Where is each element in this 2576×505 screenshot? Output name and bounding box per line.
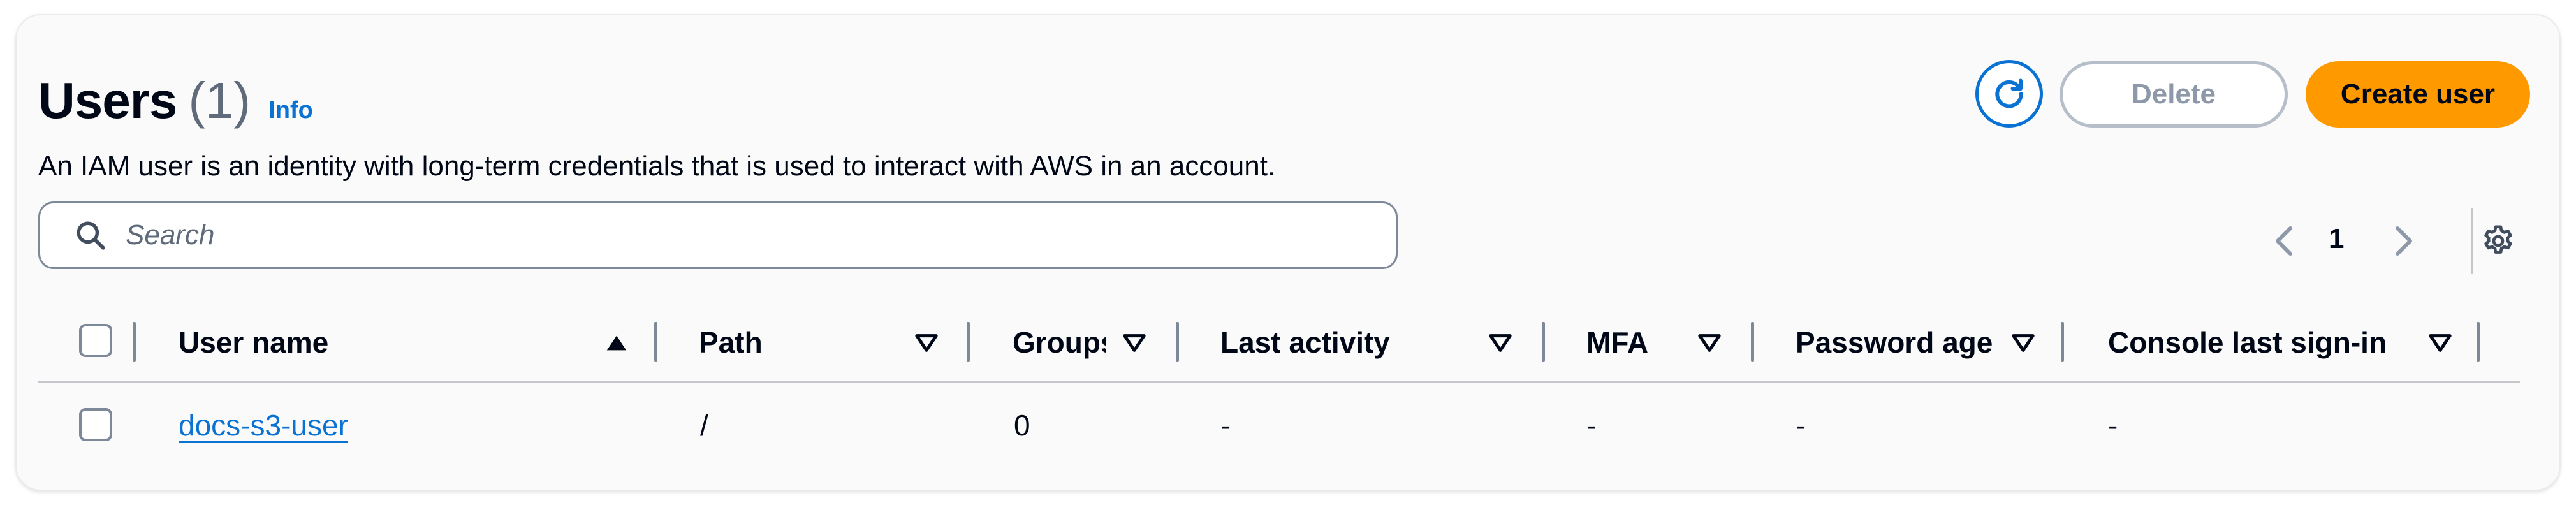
pagination-divider	[2471, 208, 2473, 274]
column-divider	[133, 322, 136, 362]
column-header-mfa[interactable]: MFA	[1586, 324, 1682, 361]
refresh-icon	[1995, 78, 2023, 108]
search-field[interactable]	[38, 201, 1398, 269]
create-user-button[interactable]: Create user	[2306, 61, 2530, 128]
column-divider	[1176, 322, 1179, 362]
column-divider	[967, 322, 970, 362]
info-link[interactable]: Info	[268, 97, 313, 124]
select-all-checkbox[interactable]	[79, 324, 112, 357]
user-name-link[interactable]: docs-s3-user	[179, 409, 348, 442]
sort-icon[interactable]	[914, 333, 939, 353]
sort-icon[interactable]	[2428, 333, 2452, 353]
search-input[interactable]	[124, 219, 1336, 252]
page-header: Users (1) Info	[38, 71, 313, 130]
chevron-left-icon[interactable]	[2270, 224, 2298, 258]
column-divider	[2477, 322, 2480, 362]
groups-cell: 0	[1014, 409, 1030, 442]
column-header-console-last-sign-in[interactable]: Console last sign-in	[2108, 324, 2401, 361]
refresh-button[interactable]	[1975, 60, 2043, 128]
password-age-cell: -	[1796, 409, 1806, 442]
sort-icon[interactable]	[1122, 333, 1146, 353]
sort-ascending-icon[interactable]	[604, 333, 629, 353]
page-description: An IAM user is an identity with long-ter…	[38, 150, 1276, 182]
column-divider	[654, 322, 657, 362]
path-cell: /	[700, 409, 708, 442]
column-divider	[1751, 322, 1754, 362]
delete-button[interactable]: Delete	[2060, 61, 2288, 128]
table-header-separator	[38, 381, 2520, 383]
chevron-right-icon[interactable]	[2390, 224, 2418, 258]
user-count: (1)	[188, 72, 251, 129]
mfa-cell: -	[1586, 409, 1597, 442]
last-activity-cell: -	[1220, 409, 1231, 442]
column-header-user-name[interactable]: User name	[179, 324, 574, 361]
column-header-groups[interactable]: Groups	[1013, 324, 1106, 361]
column-header-password-age[interactable]: Password age	[1796, 324, 2006, 361]
search-icon	[77, 221, 105, 250]
page-number[interactable]: 1	[2329, 223, 2344, 255]
column-header-last-activity[interactable]: Last activity	[1220, 324, 1475, 361]
page-title: Users	[38, 72, 177, 129]
column-header-path[interactable]: Path	[699, 324, 890, 361]
sort-icon[interactable]	[2011, 333, 2035, 353]
sort-icon[interactable]	[1697, 333, 1722, 353]
row-checkbox[interactable]	[79, 408, 112, 441]
column-divider	[2061, 322, 2064, 362]
column-divider	[1542, 322, 1545, 362]
preferences-button[interactable]	[2474, 221, 2522, 261]
sort-icon[interactable]	[1488, 333, 1512, 353]
console-last-sign-in-cell: -	[2108, 409, 2118, 442]
gear-icon	[2484, 225, 2512, 254]
